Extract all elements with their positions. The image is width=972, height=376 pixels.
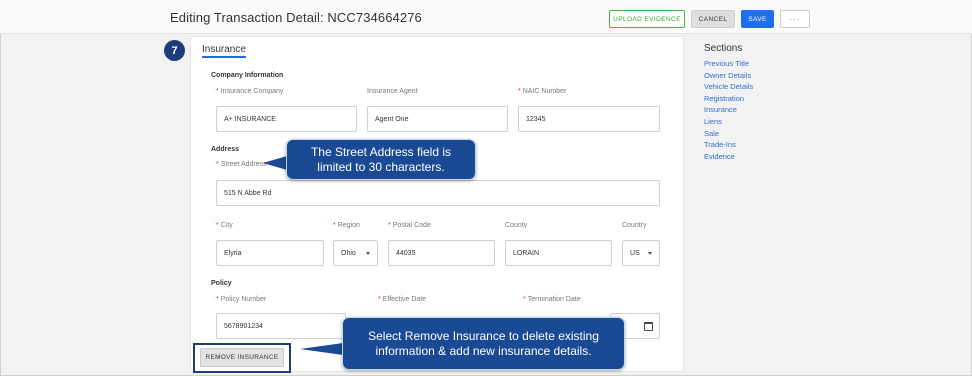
- insurance-company-value: A+ INSURANCE: [224, 115, 276, 123]
- postal-code-value: 44035: [396, 249, 416, 257]
- section-link-previous-title[interactable]: Previous Title: [704, 58, 794, 70]
- section-link-trade-ins[interactable]: Trade-Ins: [704, 139, 794, 151]
- insurance-company-input[interactable]: A+ INSURANCE: [216, 106, 357, 132]
- required-marker: *: [388, 222, 391, 229]
- termination-date-label: * Termination Date: [523, 296, 581, 303]
- calendar-icon[interactable]: [644, 322, 653, 331]
- naic-number-label: * NAIC Number: [518, 88, 566, 95]
- page-title: Editing Transaction Detail: NCC734664276: [170, 10, 422, 25]
- street-address-label-text: Street Address: [220, 161, 267, 168]
- city-input[interactable]: Elyria: [216, 240, 324, 266]
- street-address-label: * Street Address: [216, 161, 267, 168]
- remove-insurance-callout: Select Remove Insurance to delete existi…: [342, 317, 625, 370]
- required-marker: *: [216, 161, 219, 168]
- required-marker: *: [378, 296, 381, 303]
- county-label: County: [505, 222, 528, 229]
- termination-date-label-text: Termination Date: [527, 296, 581, 303]
- upload-evidence-button[interactable]: UPLOAD EVIDENCE: [609, 10, 685, 28]
- postal-code-input[interactable]: 44035: [388, 240, 495, 266]
- city-value: Elyria: [224, 249, 242, 257]
- insurance-company-label: * Insurance Company: [216, 88, 283, 95]
- region-value: Ohio: [341, 249, 356, 257]
- required-marker: *: [216, 88, 219, 95]
- required-marker: *: [333, 222, 336, 229]
- insurance-agent-input[interactable]: Agent One: [367, 106, 508, 132]
- callout-pointer: [300, 343, 343, 355]
- required-marker: *: [216, 222, 219, 229]
- section-link-registration[interactable]: Registration: [704, 93, 794, 105]
- postal-code-label: * Postal Code: [388, 222, 431, 229]
- street-address-input[interactable]: 515 N Abbe Rd: [216, 180, 660, 206]
- more-options-button[interactable]: ···: [780, 10, 810, 28]
- postal-code-label-text: Postal Code: [392, 222, 431, 229]
- country-select[interactable]: US: [622, 240, 660, 266]
- required-marker: *: [216, 296, 219, 303]
- required-marker: *: [518, 88, 521, 95]
- county-value: LORAIN: [513, 249, 540, 257]
- naic-number-input[interactable]: 12345: [518, 106, 660, 132]
- policy-number-label: * Policy Number: [216, 296, 266, 303]
- company-info-heading: Company Information: [211, 72, 284, 79]
- cancel-button[interactable]: CANCEL: [691, 10, 735, 28]
- naic-number-value: 12345: [526, 115, 546, 123]
- policy-number-label-text: Policy Number: [220, 296, 267, 303]
- section-link-vehicle-details[interactable]: Vehicle Details: [704, 81, 794, 93]
- region-select[interactable]: Ohio: [333, 240, 378, 266]
- address-heading: Address: [211, 146, 240, 153]
- chevron-down-icon: [366, 251, 370, 255]
- policy-heading: Policy: [211, 280, 232, 287]
- required-marker: *: [523, 296, 526, 303]
- sections-nav: Previous Title Owner Details Vehicle Det…: [704, 58, 794, 162]
- naic-number-label-text: NAIC Number: [522, 88, 567, 95]
- chevron-down-icon: [648, 251, 652, 255]
- country-label: Country: [622, 222, 647, 229]
- city-label: * City: [216, 222, 233, 229]
- insurance-agent-value: Agent One: [375, 115, 409, 123]
- insurance-agent-label: Insurance Agent: [367, 88, 418, 95]
- insurance-company-label-text: Insurance Company: [220, 88, 284, 95]
- city-label-text: City: [220, 222, 233, 229]
- remove-button-highlight: [193, 343, 291, 373]
- policy-number-value: 5678901234: [224, 322, 263, 330]
- section-link-liens[interactable]: Liens: [704, 116, 794, 128]
- policy-number-input[interactable]: 5678901234: [216, 313, 346, 339]
- step-number-badge: 7: [164, 40, 185, 61]
- region-label-text: Region: [337, 222, 360, 229]
- section-title: Insurance: [202, 44, 246, 58]
- sections-title: Sections: [704, 43, 743, 54]
- section-link-insurance[interactable]: Insurance: [704, 104, 794, 116]
- callout-pointer: [263, 156, 287, 170]
- save-button[interactable]: SAVE: [741, 10, 774, 28]
- effective-date-label: * Effective Date: [378, 296, 426, 303]
- section-link-owner-details[interactable]: Owner Details: [704, 70, 794, 82]
- header-bar: Editing Transaction Detail: NCC734664276: [0, 0, 972, 34]
- county-input[interactable]: LORAIN: [505, 240, 612, 266]
- country-value: US: [630, 249, 640, 257]
- section-link-evidence[interactable]: Evidence: [704, 151, 794, 163]
- effective-date-label-text: Effective Date: [382, 296, 427, 303]
- region-label: * Region: [333, 222, 360, 229]
- street-address-value: 515 N Abbe Rd: [224, 189, 272, 197]
- street-address-callout: The Street Address field is limited to 3…: [286, 139, 476, 180]
- section-link-sale[interactable]: Sale: [704, 128, 794, 140]
